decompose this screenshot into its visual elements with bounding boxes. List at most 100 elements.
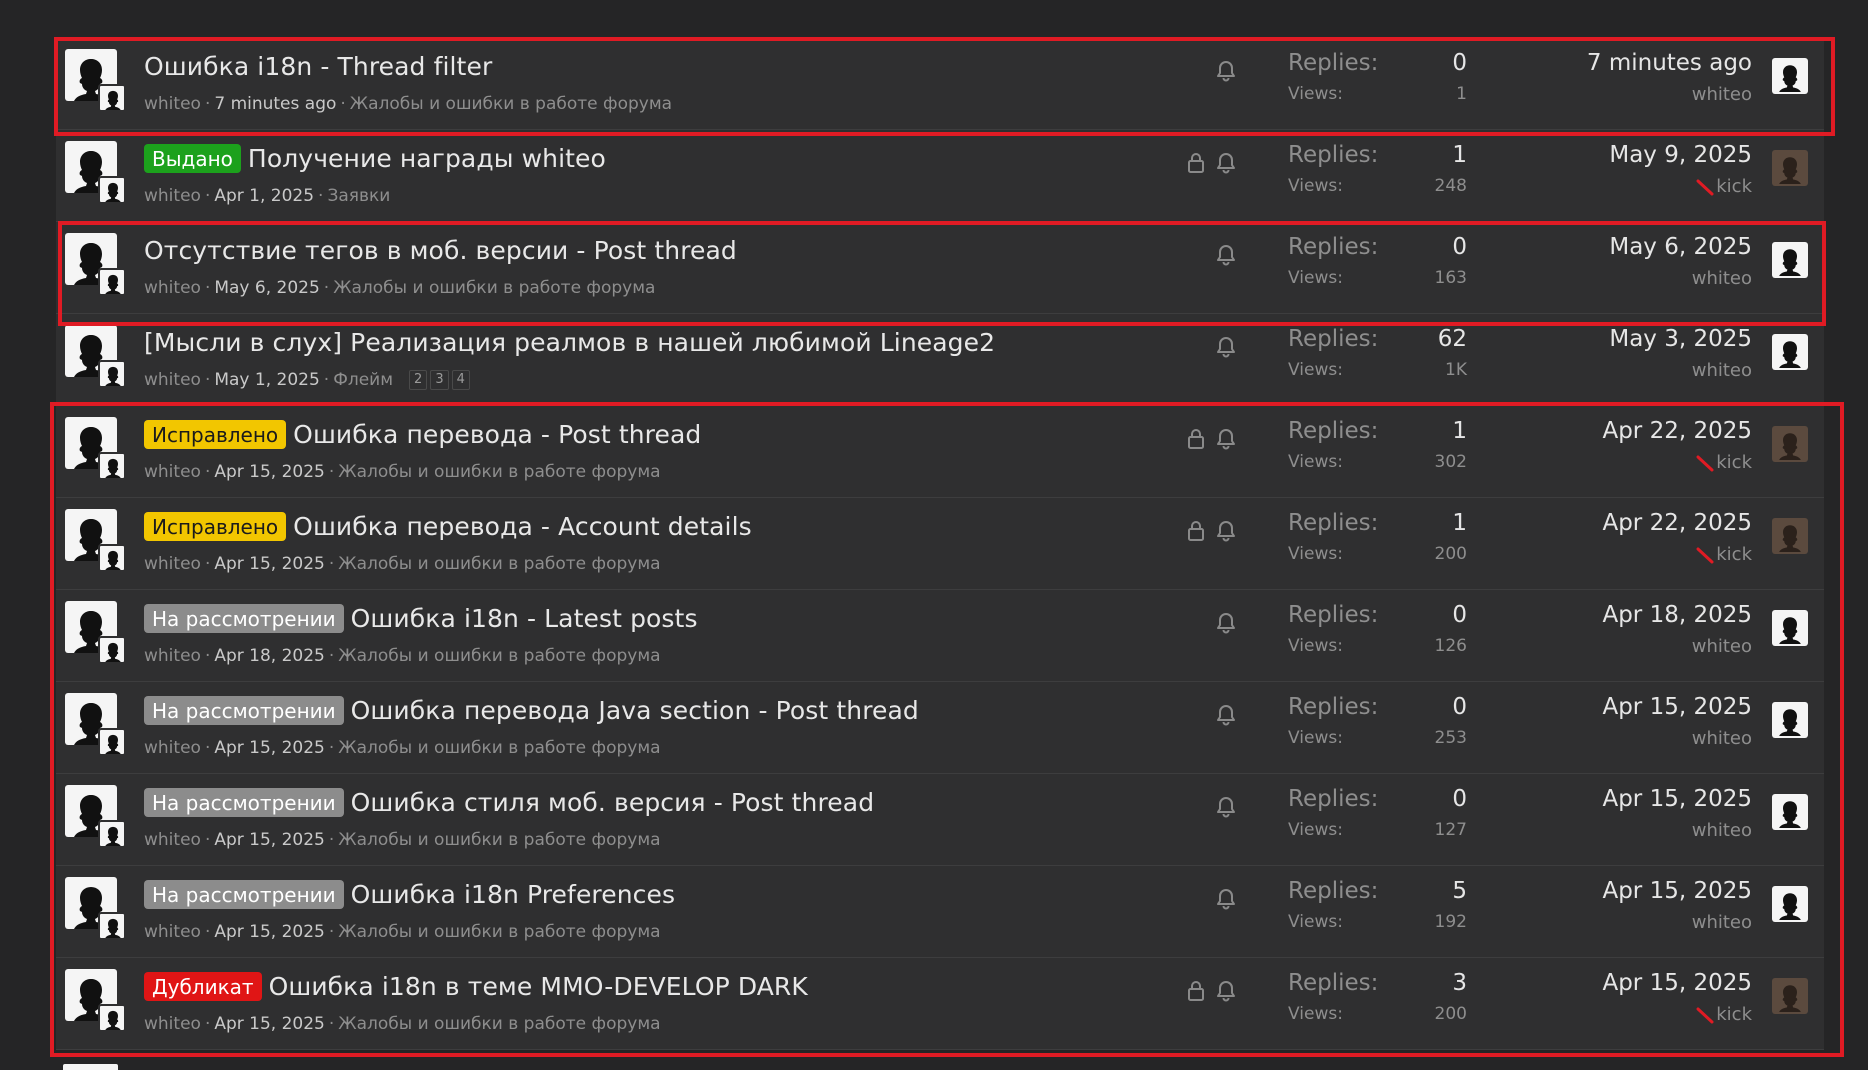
last-poster-mini-avatar[interactable]	[98, 728, 126, 756]
last-poster-avatar[interactable]	[1772, 242, 1808, 278]
thread-author-link[interactable]: whiteo	[144, 922, 201, 942]
last-post-date[interactable]: May 6, 2025	[1609, 234, 1752, 260]
thread-forum-link[interactable]: Жалобы и ошибки в работе форума	[338, 646, 660, 666]
bell-icon[interactable]	[1216, 336, 1236, 358]
thread-start-date[interactable]: Apr 15, 2025	[214, 922, 325, 942]
bell-icon[interactable]	[1216, 612, 1236, 634]
thread-row[interactable]: На рассмотрении Ошибка i18n Preferences wh…	[56, 866, 1824, 958]
thread-prefix-label[interactable]: На рассмотрении	[144, 696, 344, 725]
thread-title-link[interactable]: Ошибка i18n в теме MMO-DEVELOP DARK	[269, 972, 808, 1001]
last-post-date[interactable]: 7 minutes ago	[1587, 50, 1752, 76]
last-poster-avatar[interactable]	[1772, 58, 1808, 94]
thread-forum-link[interactable]: Жалобы и ошибки в работе форума	[338, 554, 660, 574]
thread-prefix-label[interactable]: Исправлено	[144, 420, 287, 449]
thread-start-date[interactable]: Apr 15, 2025	[214, 1014, 325, 1034]
bell-icon[interactable]	[1216, 60, 1236, 82]
thread-title-link[interactable]: Ошибка перевода - Account details	[293, 512, 752, 541]
thread-start-date[interactable]: May 1, 2025	[214, 370, 319, 390]
thread-forum-link[interactable]: Жалобы и ошибки в работе форума	[338, 922, 660, 942]
last-poster-avatar[interactable]	[1772, 886, 1808, 922]
thread-author-link[interactable]: whiteo	[144, 830, 201, 850]
thread-author-link[interactable]: whiteo	[144, 278, 201, 298]
last-poster-name[interactable]: kick	[1716, 176, 1752, 197]
last-poster-name[interactable]: whiteo	[1692, 636, 1752, 657]
thread-row[interactable]: На рассмотрении Ошибка перевода Java sect…	[56, 682, 1824, 774]
page-link[interactable]: 4	[451, 370, 470, 390]
last-poster-avatar[interactable]	[1772, 702, 1808, 738]
thread-forum-link[interactable]: Жалобы и ошибки в работе форума	[338, 1014, 660, 1034]
thread-forum-link[interactable]: Жалобы и ошибки в работе форума	[338, 738, 660, 758]
thread-row[interactable]: Ошибка i18n - Thread filter whiteo · 7 minu…	[56, 38, 1824, 130]
last-poster-name[interactable]: whiteo	[1692, 728, 1752, 749]
thread-forum-link[interactable]: Заявки	[327, 186, 390, 206]
bell-icon[interactable]	[1216, 152, 1236, 174]
last-poster-avatar[interactable]	[1772, 426, 1808, 462]
thread-prefix-label[interactable]: На рассмотрении	[144, 788, 344, 817]
thread-prefix-label[interactable]: На рассмотрении	[144, 604, 344, 633]
bell-icon[interactable]	[1216, 520, 1236, 542]
thread-start-date[interactable]: May 6, 2025	[214, 278, 319, 298]
thread-row[interactable]: [Мысли в слух] Реализация реалмов в наше…	[56, 314, 1824, 406]
last-poster-mini-avatar[interactable]	[98, 636, 126, 664]
page-link[interactable]: 2	[409, 370, 428, 390]
last-poster-mini-avatar[interactable]	[98, 176, 126, 204]
last-poster-name[interactable]: kick	[1716, 544, 1752, 565]
bell-icon[interactable]	[1216, 244, 1236, 266]
thread-row[interactable]: Исправлено Ошибка перевода - Post thread w…	[56, 406, 1824, 498]
last-post-date[interactable]: Apr 22, 2025	[1602, 510, 1752, 536]
last-post-date[interactable]: Apr 15, 2025	[1602, 786, 1752, 812]
thread-author-link[interactable]: whiteo	[144, 738, 201, 758]
thread-row[interactable]: Исправлено Ошибка перевода - Account deta…	[56, 498, 1824, 590]
last-poster-name[interactable]: kick	[1716, 452, 1752, 473]
last-poster-avatar[interactable]	[1772, 610, 1808, 646]
thread-title-link[interactable]: Получение награды whiteo	[248, 144, 606, 173]
last-poster-mini-avatar[interactable]	[98, 268, 126, 296]
thread-author-link[interactable]: whiteo	[144, 554, 201, 574]
last-poster-name[interactable]: whiteo	[1692, 912, 1752, 933]
bell-icon[interactable]	[1216, 704, 1236, 726]
thread-start-date[interactable]: Apr 15, 2025	[214, 462, 325, 482]
last-post-date[interactable]: Apr 18, 2025	[1602, 602, 1752, 628]
last-poster-avatar[interactable]	[1772, 334, 1808, 370]
bell-icon[interactable]	[1216, 796, 1236, 818]
last-poster-mini-avatar[interactable]	[98, 84, 126, 112]
thread-start-date[interactable]: Apr 15, 2025	[214, 738, 325, 758]
last-poster-name[interactable]: kick	[1716, 1004, 1752, 1025]
bell-icon[interactable]	[1216, 888, 1236, 910]
last-poster-avatar[interactable]	[1772, 518, 1808, 554]
thread-author-link[interactable]: whiteo	[144, 462, 201, 482]
thread-author-link[interactable]: whiteo	[144, 94, 201, 114]
thread-prefix-label[interactable]: Исправлено	[144, 512, 287, 541]
thread-prefix-label[interactable]: На рассмотрении	[144, 880, 344, 909]
thread-prefix-label[interactable]: Дубликат	[144, 972, 262, 1001]
last-poster-mini-avatar[interactable]	[98, 360, 126, 388]
thread-start-date[interactable]: Apr 15, 2025	[214, 554, 325, 574]
last-post-date[interactable]: May 3, 2025	[1609, 326, 1752, 352]
last-poster-mini-avatar[interactable]	[98, 544, 126, 572]
last-poster-mini-avatar[interactable]	[98, 1004, 126, 1032]
thread-title-link[interactable]: Ошибка i18n - Latest posts	[351, 604, 698, 633]
thread-title-link[interactable]: [Мысли в слух] Реализация реалмов в наше…	[144, 328, 995, 357]
thread-title-link[interactable]: Ошибка перевода - Post thread	[293, 420, 701, 449]
thread-title-link[interactable]: Ошибка i18n - Thread filter	[144, 52, 492, 81]
bell-icon[interactable]	[1216, 428, 1236, 450]
thread-author-link[interactable]: whiteo	[144, 646, 201, 666]
last-post-date[interactable]: May 9, 2025	[1609, 142, 1752, 168]
thread-forum-link[interactable]: Жалобы и ошибки в работе форума	[350, 94, 672, 114]
last-poster-mini-avatar[interactable]	[98, 912, 126, 940]
thread-start-date[interactable]: Apr 1, 2025	[214, 186, 314, 206]
thread-author-link[interactable]: whiteo	[144, 370, 201, 390]
thread-row[interactable]: Дубликат Ошибка i18n в теме MMO-DEVELOP D…	[56, 958, 1824, 1050]
last-poster-name[interactable]: whiteo	[1692, 268, 1752, 289]
last-post-date[interactable]: Apr 15, 2025	[1602, 694, 1752, 720]
thread-title-link[interactable]: Отсутствие тегов в моб. версии - Post th…	[144, 236, 737, 265]
last-poster-mini-avatar[interactable]	[98, 452, 126, 480]
last-post-date[interactable]: Apr 22, 2025	[1602, 418, 1752, 444]
thread-forum-link[interactable]: Жалобы и ошибки в работе форума	[338, 830, 660, 850]
thread-title-link[interactable]: Ошибка стиля моб. версия - Post thread	[351, 788, 875, 817]
thread-forum-link[interactable]: Жалобы и ошибки в работе форума	[338, 462, 660, 482]
page-link[interactable]: 3	[430, 370, 449, 390]
thread-start-date[interactable]: Apr 15, 2025	[214, 830, 325, 850]
thread-row[interactable]: На рассмотрении Ошибка стиля моб. версия …	[56, 774, 1824, 866]
thread-start-date[interactable]: Apr 18, 2025	[214, 646, 325, 666]
